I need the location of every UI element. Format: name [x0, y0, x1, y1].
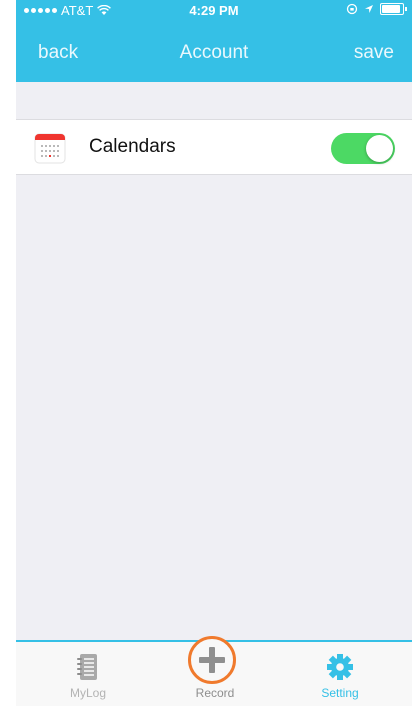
calendars-setting-row: Calendars [16, 119, 412, 175]
tab-mylog-label: MyLog [69, 686, 107, 700]
status-icons [346, 3, 407, 15]
tab-mylog[interactable]: MyLog [38, 642, 138, 706]
tab-setting[interactable]: Setting [290, 642, 390, 706]
calendars-label: Calendars [89, 136, 176, 157]
navigation-header: AT&T 4:29 PM back Account save [16, 0, 412, 82]
page-title: Account [179, 42, 249, 63]
plus-icon [199, 647, 225, 673]
save-button[interactable]: save [354, 42, 394, 64]
gear-icon [327, 654, 353, 680]
notebook-icon [77, 654, 97, 680]
toggle-knob [366, 135, 393, 162]
calendars-toggle[interactable] [331, 133, 395, 164]
record-button[interactable] [188, 636, 236, 684]
app-screen: AT&T 4:29 PM back Account save Calendars… [16, 0, 412, 706]
battery-icon [380, 3, 407, 15]
calendar-icon [34, 133, 66, 164]
location-icon [365, 5, 373, 13]
tab-bar: MyLog Record Setting [16, 636, 412, 706]
status-bar: AT&T 4:29 PM [16, 0, 412, 22]
tab-record-label: Record [195, 686, 235, 700]
tab-setting-label: Setting [321, 686, 359, 700]
rotation-lock-icon [346, 3, 358, 15]
